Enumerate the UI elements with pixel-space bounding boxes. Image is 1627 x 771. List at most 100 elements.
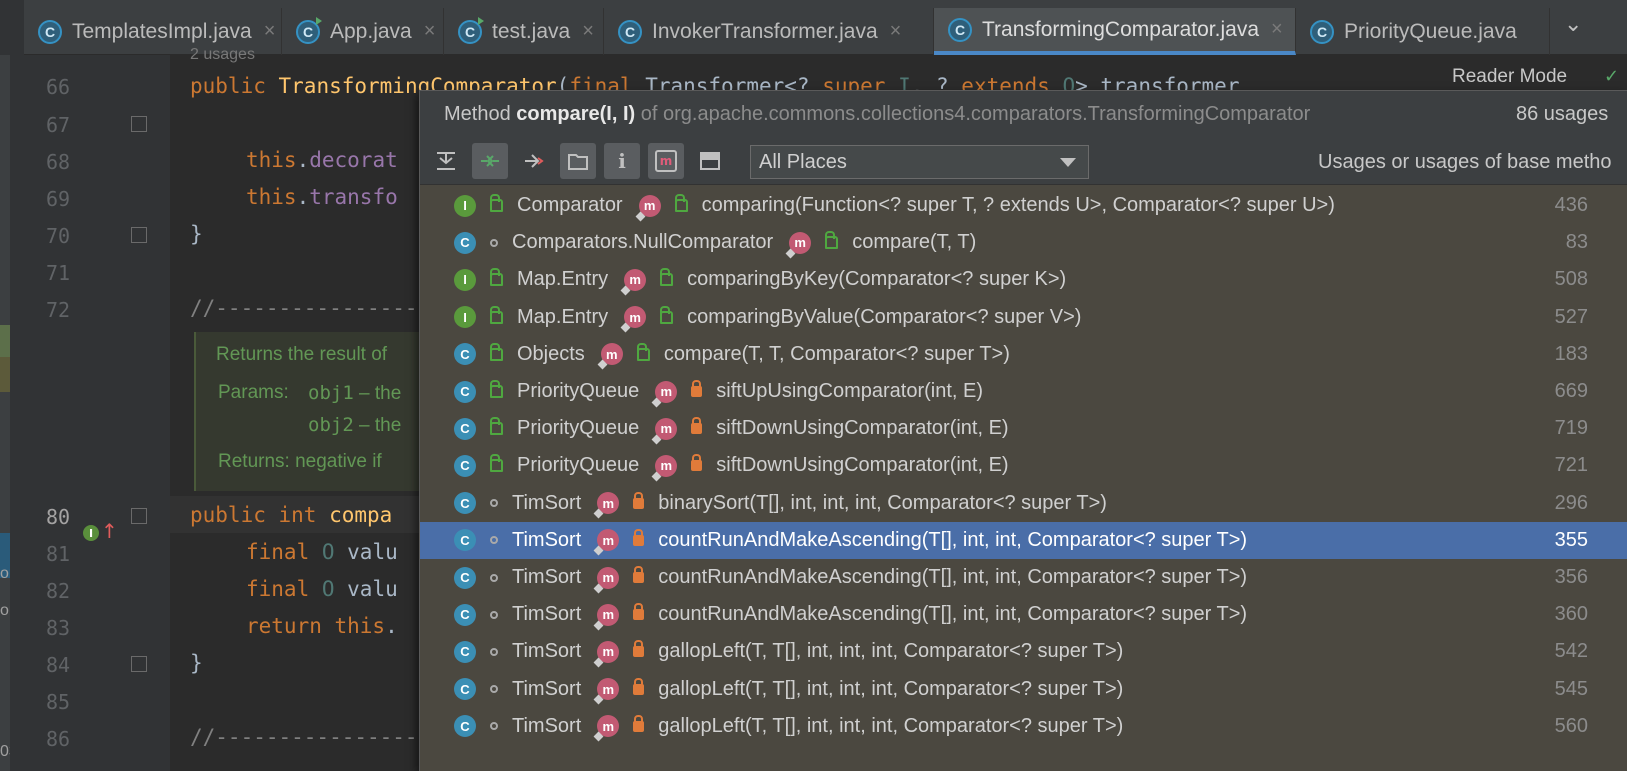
usage-row[interactable]: C TimSort m gallopLeft(T, T[], int, int, in…: [420, 708, 1627, 745]
private-lock-icon: [633, 677, 645, 695]
class-icon: C: [454, 640, 476, 663]
line-number: 86: [46, 727, 71, 751]
class-icon: C: [454, 492, 476, 515]
expand-all-icon[interactable]: [428, 143, 464, 179]
fold-marker-icon[interactable]: [131, 656, 147, 672]
usage-row[interactable]: C PriorityQueue m siftDownUsingComparator(i…: [420, 410, 1627, 447]
public-visibility-icon: [660, 305, 674, 324]
usage-row[interactable]: C TimSort m binarySort(T[], int, int, int, …: [420, 485, 1627, 522]
fold-marker-icon[interactable]: [131, 508, 147, 524]
public-visibility-icon: [490, 194, 503, 212]
line-number: 68: [46, 150, 71, 174]
usage-method-signature: countRunAndMakeAscending(T[], int, int, …: [658, 528, 1248, 551]
info-icon[interactable]: i: [604, 143, 640, 179]
interface-icon: I: [454, 306, 476, 329]
chevron-down-icon[interactable]: ⌄: [1564, 12, 1582, 37]
package-visibility-icon: [490, 238, 498, 247]
doc-returns-line: Returns the result of: [216, 344, 388, 365]
code-line-80: public int compa: [190, 503, 393, 527]
usage-method-signature: comparing(Function<? super T, ? extends …: [701, 194, 1335, 216]
line-number: 70: [46, 224, 71, 248]
usage-method-signature: siftDownUsingComparator(int, E): [716, 417, 1009, 440]
close-icon[interactable]: ×: [582, 20, 594, 43]
usage-row[interactable]: C TimSort m gallopLeft(T, T[], int, int, in…: [420, 671, 1627, 708]
usage-class-name: PriorityQueue: [517, 417, 640, 440]
implements-method-icon[interactable]: I: [83, 525, 99, 541]
usages-hint[interactable]: 2 usages: [190, 46, 255, 64]
package-visibility-icon: [490, 610, 498, 619]
method-icon: m: [785, 231, 812, 259]
rendered-javadoc: Returns the result of Params: obj1 – the…: [194, 332, 434, 491]
close-icon[interactable]: ×: [1271, 18, 1283, 41]
show-usages-popup: Method compare(I, I) of org.apache.commo…: [419, 90, 1627, 771]
usage-row[interactable]: I Map.Entry m comparingByKey(Comparator<? s…: [420, 261, 1627, 298]
method-filter-icon[interactable]: m: [648, 143, 684, 179]
usage-method-signature: compare(T, T, Comparator<? super T>): [663, 342, 1010, 365]
close-icon[interactable]: ×: [890, 20, 902, 43]
private-lock-icon: [633, 528, 645, 546]
tab-invokertransformer[interactable]: C InvokerTransformer.java ×: [604, 8, 934, 55]
usage-class-name: Comparators.NullComparator: [512, 231, 774, 254]
tab-test[interactable]: C test.java ×: [444, 8, 604, 55]
preview-pane-icon[interactable]: [692, 143, 728, 179]
doc-param2: obj2 – the: [308, 414, 402, 436]
class-icon: C: [454, 380, 476, 403]
usage-line-number: 360: [1554, 603, 1588, 626]
usage-row[interactable]: C PriorityQueue m siftDownUsingComparator(i…: [420, 447, 1627, 484]
line-number: 71: [46, 261, 71, 285]
line-number: 82: [46, 579, 71, 603]
usage-row[interactable]: I Comparator m comparing(Function<? super T…: [420, 187, 1627, 224]
tab-transformingcomparator[interactable]: C TransformingComparator.java ×: [934, 8, 1296, 55]
usage-class-name: TimSort: [512, 677, 582, 700]
close-icon[interactable]: ×: [424, 20, 436, 43]
usage-line-number: 542: [1554, 640, 1588, 663]
usage-row[interactable]: C Comparators.NullComparator m compare(T, T…: [420, 224, 1627, 261]
usage-row[interactable]: C TimSort m countRunAndMakeAscending(T[], i…: [420, 559, 1627, 596]
method-icon: m: [593, 492, 620, 519]
group-by-folder-icon[interactable]: [560, 143, 596, 179]
private-lock-icon: [633, 603, 645, 621]
usage-line-number: 355: [1554, 528, 1588, 551]
reader-mode-button[interactable]: Reader Mode: [1452, 66, 1567, 88]
usage-class-name: TimSort: [512, 491, 582, 514]
package-visibility-icon: [490, 536, 498, 545]
runnable-class-icon: C: [458, 16, 484, 44]
method-icon: m: [635, 194, 661, 221]
usage-row[interactable]: C PriorityQueue m siftUpUsingComparator(int…: [420, 373, 1627, 410]
tab-label: InvokerTransformer.java: [652, 19, 878, 43]
navigate-usage-icon[interactable]: [516, 143, 552, 179]
package-visibility-icon: [490, 647, 498, 656]
fold-marker-icon[interactable]: [131, 116, 147, 132]
usage-row[interactable]: C TimSort m gallopLeft(T, T[], int, int, in…: [420, 633, 1627, 670]
tab-app[interactable]: C App.java ×: [282, 8, 444, 55]
usage-line-number: 436: [1554, 194, 1588, 216]
usage-method-signature: binarySort(T[], int, int, int, Comparato…: [658, 491, 1107, 514]
popup-header: Method compare(I, I) of org.apache.commo…: [420, 91, 1627, 137]
public-visibility-icon: [660, 268, 674, 287]
usage-line-number: 669: [1554, 380, 1588, 402]
method-icon: m: [651, 380, 678, 407]
method-icon: m: [593, 678, 620, 705]
private-lock-icon: [633, 714, 645, 732]
usage-line-number: 508: [1554, 268, 1588, 291]
inspection-ok-icon[interactable]: ✓: [1604, 66, 1619, 87]
usage-row[interactable]: I Map.Entry m comparingByValue(Comparator<?…: [420, 299, 1627, 336]
scope-dropdown[interactable]: All Places: [750, 145, 1089, 179]
tab-priorityqueue[interactable]: C PriorityQueue.java: [1296, 8, 1550, 55]
usage-method-signature: siftUpUsingComparator(int, E): [716, 380, 984, 402]
override-arrow-icon[interactable]: ↑: [101, 519, 118, 543]
close-icon[interactable]: ×: [264, 20, 276, 43]
public-visibility-icon: [490, 305, 503, 324]
popup-title: Method compare(I, I) of org.apache.commo…: [444, 103, 1311, 125]
usage-row[interactable]: C Objects m compare(T, T, Comparator<? supe…: [420, 336, 1627, 373]
method-icon: m: [651, 454, 678, 482]
usage-row-selected[interactable]: C TimSort m countRunAndMakeAscending(T[], i…: [420, 521, 1627, 559]
class-icon: C: [454, 678, 476, 701]
line-number: 85: [46, 690, 71, 714]
merge-usages-icon[interactable]: [472, 143, 508, 179]
usage-line-number: 83: [1565, 231, 1588, 254]
usage-row[interactable]: C TimSort m countRunAndMakeAscending(T[], i…: [420, 596, 1627, 633]
fold-marker-icon[interactable]: [131, 227, 147, 243]
public-visibility-icon: [636, 342, 650, 361]
private-lock-icon: [633, 566, 645, 583]
